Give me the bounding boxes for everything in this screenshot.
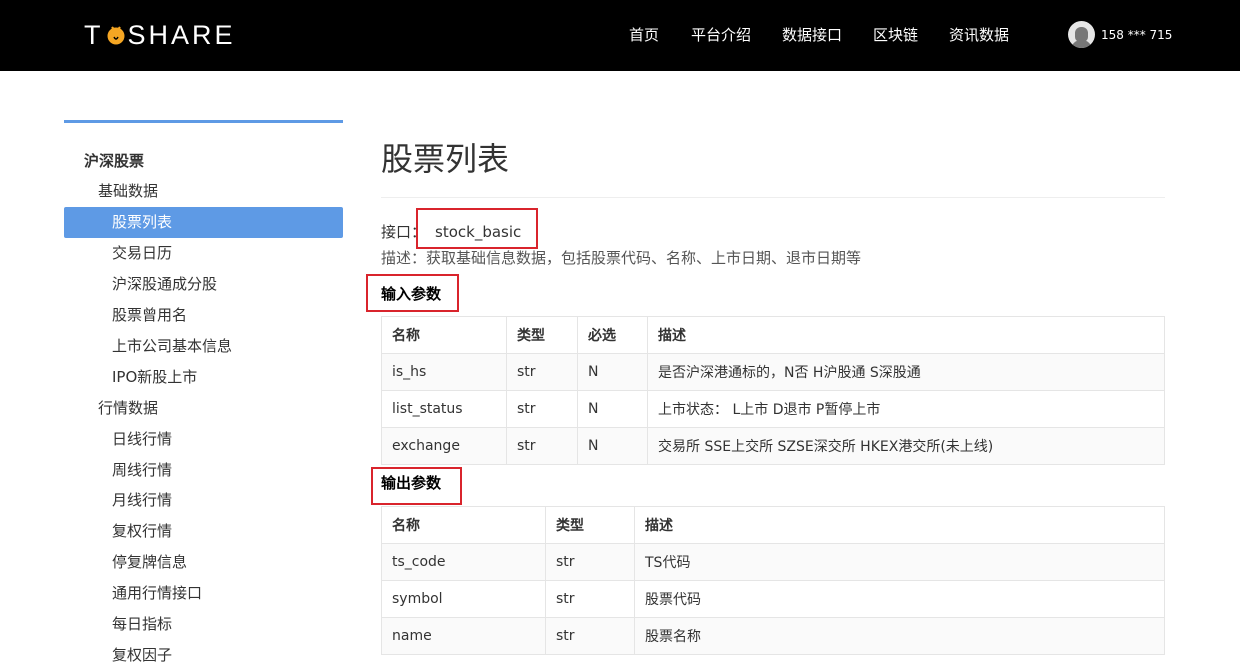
table-cell: 交易所 SSE上交所 SZSE深交所 HKEX港交所(未上线) (647, 427, 1165, 465)
avatar-body-shape (1071, 40, 1092, 48)
header-cell: 类型 (545, 506, 635, 544)
table-cell: 上市状态： L上市 D退市 P暂停上市 (647, 390, 1165, 428)
logo-text-left: T (84, 20, 104, 50)
table-cell: str (545, 580, 635, 618)
table-cell: str (506, 353, 578, 391)
nav-platform-intro[interactable]: 平台介绍 (691, 0, 751, 71)
highlight-box-output-params (371, 467, 462, 505)
table-header-row: 名称 类型 描述 (381, 506, 1165, 544)
table-cell: N (577, 390, 648, 428)
table-cell: str (506, 390, 578, 428)
table-cell: str (506, 427, 578, 465)
sidebar-item-adj-factor[interactable]: 复权因子 (64, 640, 343, 671)
table-cell: list_status (381, 390, 507, 428)
table-cell: ts_code (381, 543, 546, 581)
table-cell: 是否沪深港通标的，N否 H沪股通 S深股通 (647, 353, 1165, 391)
sidebar-item-adjusted[interactable]: 复权行情 (64, 516, 343, 547)
table-row: name str 股票名称 (381, 617, 1165, 655)
sidebar-item-weekly[interactable]: 周线行情 (64, 455, 343, 486)
header-cell: 描述 (634, 506, 1165, 544)
sidebar-item-basic-data[interactable]: 基础数据 (64, 176, 343, 207)
table-cell: N (577, 353, 648, 391)
table-cell: symbol (381, 580, 546, 618)
table-cell: 股票代码 (634, 580, 1165, 618)
user-phone[interactable]: 158 *** 715 (1101, 0, 1172, 71)
sidebar-item-former-names[interactable]: 股票曾用名 (64, 300, 343, 331)
table-cell: TS代码 (634, 543, 1165, 581)
table-cell: is_hs (381, 353, 507, 391)
sidebar-item-stock-list[interactable]: 股票列表 (64, 207, 343, 238)
header-cell: 名称 (381, 506, 546, 544)
header-cell: 必选 (577, 316, 648, 354)
table-row: symbol str 股票代码 (381, 580, 1165, 618)
sidebar-item-hsgt-constituents[interactable]: 沪深股通成分股 (64, 269, 343, 300)
highlight-box-input-params (366, 274, 459, 312)
sidebar-item-daily-basic[interactable]: 每日指标 (64, 609, 343, 640)
user-avatar[interactable] (1068, 21, 1095, 48)
table-cell: N (577, 427, 648, 465)
sidebar-item-market-data[interactable]: 行情数据 (64, 393, 343, 424)
sidebar-item-monthly[interactable]: 月线行情 (64, 485, 343, 516)
highlight-box-interface (416, 208, 538, 249)
table-cell: str (545, 617, 635, 655)
sidebar-item-pro-bar[interactable]: 通用行情接口 (64, 578, 343, 609)
table-row: exchange str N 交易所 SSE上交所 SZSE深交所 HKEX港交… (381, 427, 1165, 465)
input-params-table: 名称 类型 必选 描述 is_hs str N 是否沪深港通标的，N否 H沪股通… (381, 316, 1165, 465)
table-row: list_status str N 上市状态： L上市 D退市 P暂停上市 (381, 390, 1165, 428)
table-cell: name (381, 617, 546, 655)
api-description: 描述：获取基础信息数据，包括股票代码、名称、上市日期、退市日期等 (381, 249, 862, 267)
table-cell: exchange (381, 427, 507, 465)
sidebar-item-ipo[interactable]: IPO新股上市 (64, 362, 343, 393)
page-title: 股票列表 (381, 140, 510, 178)
table-cell: str (545, 543, 635, 581)
logo-text-right: SHARE (127, 20, 236, 50)
header-cell: 名称 (381, 316, 507, 354)
tushare-logo[interactable]: T SHARE (84, 20, 236, 50)
sidebar-item-suspend[interactable]: 停复牌信息 (64, 547, 343, 578)
header-cell: 类型 (506, 316, 578, 354)
sidebar-top-rule (64, 120, 343, 123)
logo-carrot-icon (106, 24, 126, 46)
nav-news-data[interactable]: 资讯数据 (949, 0, 1009, 71)
nav-blockchain[interactable]: 区块链 (873, 0, 918, 71)
nav-data-api[interactable]: 数据接口 (782, 0, 842, 71)
nav-home[interactable]: 首页 (629, 0, 659, 71)
title-divider (381, 197, 1165, 198)
sidebar-item-company-info[interactable]: 上市公司基本信息 (64, 331, 343, 362)
sidebar-group-hushen-stocks[interactable]: 沪深股票 (64, 146, 343, 177)
header-cell: 描述 (647, 316, 1165, 354)
sidebar-item-daily[interactable]: 日线行情 (64, 424, 343, 455)
table-header-row: 名称 类型 必选 描述 (381, 316, 1165, 354)
table-cell: 股票名称 (634, 617, 1165, 655)
table-row: ts_code str TS代码 (381, 543, 1165, 581)
sidebar-item-trade-calendar[interactable]: 交易日历 (64, 238, 343, 269)
top-navbar: T SHARE 首页 平台介绍 数据接口 区块链 资讯数据 158 *** 71… (0, 0, 1240, 71)
output-params-table: 名称 类型 描述 ts_code str TS代码 symbol str 股票代… (381, 506, 1165, 655)
table-row: is_hs str N 是否沪深港通标的，N否 H沪股通 S深股通 (381, 353, 1165, 391)
